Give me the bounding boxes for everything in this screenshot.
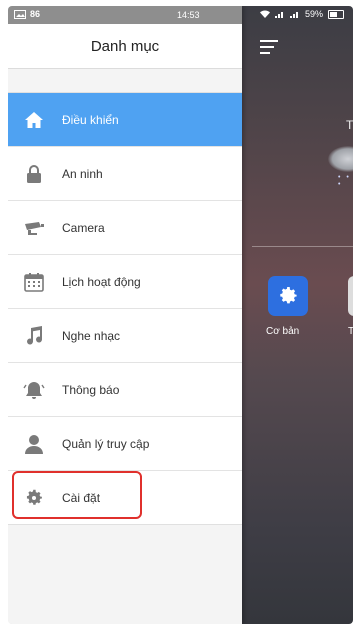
battery-icon	[328, 9, 345, 19]
rain-drops-icon: • • •	[338, 174, 351, 188]
status-left: 86	[14, 9, 40, 19]
gear-icon	[280, 287, 297, 304]
basic-tile-button[interactable]	[268, 276, 308, 316]
drawer-title: Danh mục	[90, 38, 160, 55]
status-bar: 86 14:53 59%	[8, 6, 353, 24]
menu-item-label: Cài đặt	[62, 490, 101, 505]
menu-item-label: Lịch hoạt động	[62, 274, 141, 289]
menu-list: Điều khiển An ninh Camera Lịch hoạt động	[8, 92, 242, 525]
notification-count: 86	[30, 9, 41, 19]
menu-item-label: Quản lý truy cập	[62, 436, 150, 451]
status-time: 14:53	[177, 10, 200, 20]
user-icon	[22, 432, 46, 456]
signal-icon	[275, 12, 283, 18]
background-partial-text: T	[346, 118, 353, 132]
menu-item-label: Nghe nhạc	[62, 328, 121, 343]
menu-item-cai-dat[interactable]: Cài đặt	[8, 471, 242, 524]
menu-item-quan-ly-truy-cap[interactable]: Quản lý truy cập	[8, 417, 242, 471]
menu-item-an-ninh[interactable]: An ninh	[8, 147, 242, 201]
signal-icon-2	[290, 12, 298, 18]
music-note-icon	[22, 324, 46, 348]
notification-image-icon	[14, 9, 26, 19]
calendar-icon	[22, 270, 46, 294]
menu-item-lich-hoat-dong[interactable]: Lịch hoạt động	[8, 255, 242, 309]
weather-cloud-icon	[328, 146, 353, 172]
battery-percent: 59%	[305, 9, 324, 19]
wifi-icon	[260, 10, 270, 18]
home-icon	[22, 108, 46, 132]
menu-item-nghe-nhac[interactable]: Nghe nhạc	[8, 309, 242, 363]
next-tile-partial[interactable]	[348, 276, 353, 316]
menu-item-camera[interactable]: Camera	[8, 201, 242, 255]
status-right: 59%	[260, 9, 345, 19]
next-tile-partial-label: T	[348, 326, 353, 337]
hamburger-menu-icon[interactable]	[260, 40, 278, 58]
menu-item-dieu-khien[interactable]: Điều khiển	[8, 93, 242, 147]
bell-icon	[22, 378, 46, 402]
phone-screen: T • • • Cơ bản T Danh mục Điều khiển An …	[8, 6, 353, 624]
menu-item-label: An ninh	[62, 166, 103, 181]
basic-tile-label: Cơ bản	[266, 326, 300, 337]
menu-item-label: Điều khiển	[62, 112, 119, 127]
menu-item-label: Camera	[62, 220, 105, 235]
navigation-drawer: Danh mục Điều khiển An ninh Camera Lịch …	[8, 6, 242, 624]
camera-icon	[22, 216, 46, 240]
divider	[252, 246, 353, 247]
gear-icon	[22, 486, 46, 510]
app-background: T • • • Cơ bản T	[242, 6, 353, 624]
lock-icon	[22, 162, 46, 186]
menu-item-label: Thông báo	[62, 382, 120, 397]
menu-item-thong-bao[interactable]: Thông báo	[8, 363, 242, 417]
